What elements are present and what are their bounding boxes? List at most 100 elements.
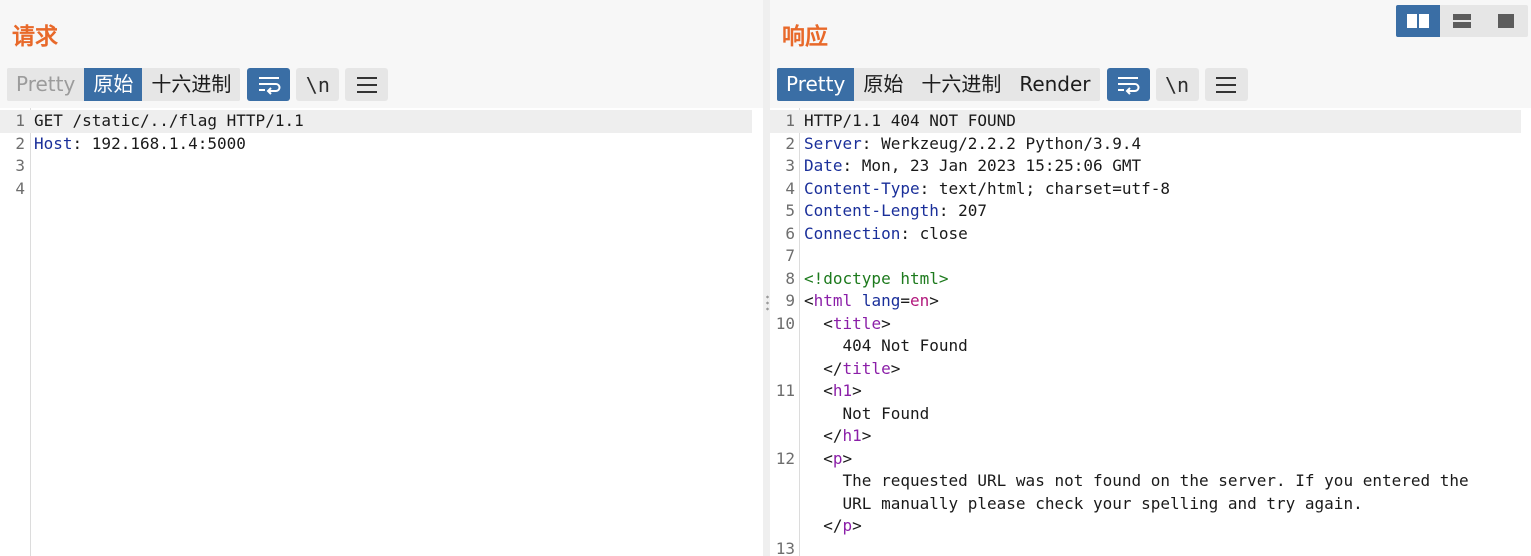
code-token: title	[842, 358, 891, 378]
request-tab-pretty[interactable]: Pretty	[7, 68, 85, 101]
code-token: <	[804, 313, 833, 333]
code-token: : close	[900, 223, 968, 243]
response-tab-raw[interactable]: 原始	[854, 68, 913, 101]
code-token: h1	[842, 426, 862, 445]
code-token: The requested URL was not found on the s…	[804, 471, 1469, 490]
code-token: Host	[34, 133, 73, 153]
line-number: 6	[785, 223, 795, 243]
line-code: </h1>	[804, 425, 1523, 448]
request-tab-hex[interactable]: 十六进制	[142, 68, 241, 101]
code-token: <	[804, 291, 814, 310]
hamburger-menu-icon	[356, 76, 377, 93]
newline-icon: \n	[1164, 72, 1190, 97]
code-token: Server	[804, 133, 862, 153]
line-code: <h1>	[804, 380, 1523, 403]
pane-splitter[interactable]	[763, 0, 770, 556]
layout-single-pane-button[interactable]	[1484, 5, 1528, 37]
line-code: Connection: close	[804, 223, 1523, 246]
code-line: 7	[770, 245, 1531, 268]
line-code: Not Found	[804, 403, 1523, 426]
line-number: 13	[775, 538, 795, 556]
line-number: 1	[785, 111, 795, 130]
line-code: HTTP/1.1 404 NOT FOUND	[804, 110, 1513, 133]
line-code: </title>	[804, 358, 1523, 381]
response-tab-pretty[interactable]: Pretty	[777, 68, 855, 101]
code-token: title	[832, 313, 882, 333]
code-token: : 207	[938, 201, 988, 220]
code-token: 404 Not Found	[804, 336, 968, 355]
response-pane: 响应 Pretty 原始 十六进制 Render \n 1 HTTP/1.1 40…	[770, 0, 1531, 556]
code-line: 3	[0, 155, 763, 178]
line-number: 3	[785, 156, 795, 175]
single-pane-icon	[1498, 14, 1514, 28]
request-tab-raw[interactable]: 原始	[84, 68, 143, 101]
response-editor[interactable]: 1 HTTP/1.1 404 NOT FOUND 2 Server: Werkzeug…	[770, 108, 1531, 556]
code-token: >	[861, 426, 872, 445]
splitter-grip-icon[interactable]	[766, 294, 769, 312]
code-line: 11 <h1>	[770, 380, 1531, 403]
code-token: en	[909, 291, 930, 310]
code-token: >	[929, 291, 939, 310]
response-lines: 1 HTTP/1.1 404 NOT FOUND 2 Server: Werkzeug…	[770, 110, 1531, 556]
code-token: URL manually please check your spelling …	[804, 493, 1363, 513]
line-number: 5	[785, 201, 795, 220]
code-line: 10 <title>	[770, 313, 1531, 336]
line-code: Content-Type: text/html; charset=utf-8	[804, 178, 1523, 201]
code-line: 4 Content-Type: text/html; charset=utf-8	[770, 178, 1531, 201]
code-line: 2 Host: 192.168.1.4:5000	[0, 133, 763, 156]
code-line: </h1>	[770, 425, 1531, 448]
line-code: URL manually please check your spelling …	[804, 493, 1523, 516]
code-token: </	[804, 516, 843, 535]
request-pane: 请求 Pretty 原始 十六进制 \n 1 GET /static/../fla…	[0, 0, 763, 556]
code-token: Connection	[804, 223, 901, 243]
code-line: 1 HTTP/1.1 404 NOT FOUND	[770, 110, 1521, 133]
line-code: Server: Werkzeug/2.2.2 Python/3.9.4	[804, 133, 1523, 156]
code-token: : Werkzeug/2.2.2 Python/3.9.4	[861, 133, 1142, 153]
line-code: <p>	[804, 448, 1523, 471]
code-line: </p>	[770, 515, 1531, 538]
line-number: 3	[15, 156, 25, 175]
response-tab-render[interactable]: Render	[1010, 68, 1100, 101]
line-number: 4	[15, 178, 25, 198]
code-token: <!doctype html>	[804, 268, 949, 288]
code-token: </	[804, 358, 843, 378]
hamburger-menu-icon	[1216, 76, 1237, 93]
code-line: 6 Connection: close	[770, 223, 1531, 246]
request-show-newlines-button[interactable]: \n	[296, 68, 340, 101]
line-code: The requested URL was not found on the s…	[804, 470, 1523, 493]
split-columns-icon	[1407, 14, 1429, 28]
response-menu-button[interactable]	[1204, 68, 1248, 101]
layout-split-columns-button[interactable]	[1396, 5, 1440, 37]
line-number: 10	[775, 313, 795, 333]
line-code: <html lang=en>	[804, 290, 1523, 313]
code-token: Not Found	[804, 403, 930, 423]
code-token: <	[804, 381, 833, 400]
code-token: : 192.168.1.4:5000	[72, 133, 246, 153]
wrap-lines-icon	[1118, 76, 1140, 95]
line-code: 404 Not Found	[804, 335, 1523, 358]
code-line: 12 <p>	[770, 448, 1531, 471]
code-token: <	[804, 448, 833, 468]
response-show-newlines-button[interactable]: \n	[1155, 68, 1199, 101]
code-token: >	[852, 516, 862, 535]
split-rows-icon	[1453, 14, 1471, 28]
layout-split-rows-button[interactable]	[1440, 5, 1484, 37]
response-tab-hex[interactable]: 十六进制	[912, 68, 1011, 101]
wrap-lines-icon	[258, 76, 281, 95]
request-editor[interactable]: 1 GET /static/../flag HTTP/1.1 2 Host: 192.…	[0, 108, 763, 556]
code-token: =	[900, 291, 910, 310]
response-toolbar: Pretty 原始 十六进制 Render \n	[777, 68, 1248, 101]
line-number: 9	[785, 291, 795, 310]
request-wrap-lines-button[interactable]	[247, 68, 291, 101]
line-code: GET /static/../flag HTTP/1.1	[34, 110, 744, 133]
response-view-tabs: Pretty 原始 十六进制 Render	[777, 68, 1100, 101]
response-wrap-lines-button[interactable]	[1106, 68, 1150, 101]
code-line: 3 Date: Mon, 23 Jan 2023 15:25:06 GMT	[770, 155, 1531, 178]
code-token: html	[813, 291, 853, 310]
code-token: >	[852, 381, 862, 400]
request-menu-button[interactable]	[345, 68, 389, 101]
code-token: GET /static/../flag HTTP/1.1	[34, 111, 304, 130]
code-line: 404 Not Found	[770, 335, 1531, 358]
request-lines: 1 GET /static/../flag HTTP/1.1 2 Host: 192.…	[0, 110, 763, 200]
